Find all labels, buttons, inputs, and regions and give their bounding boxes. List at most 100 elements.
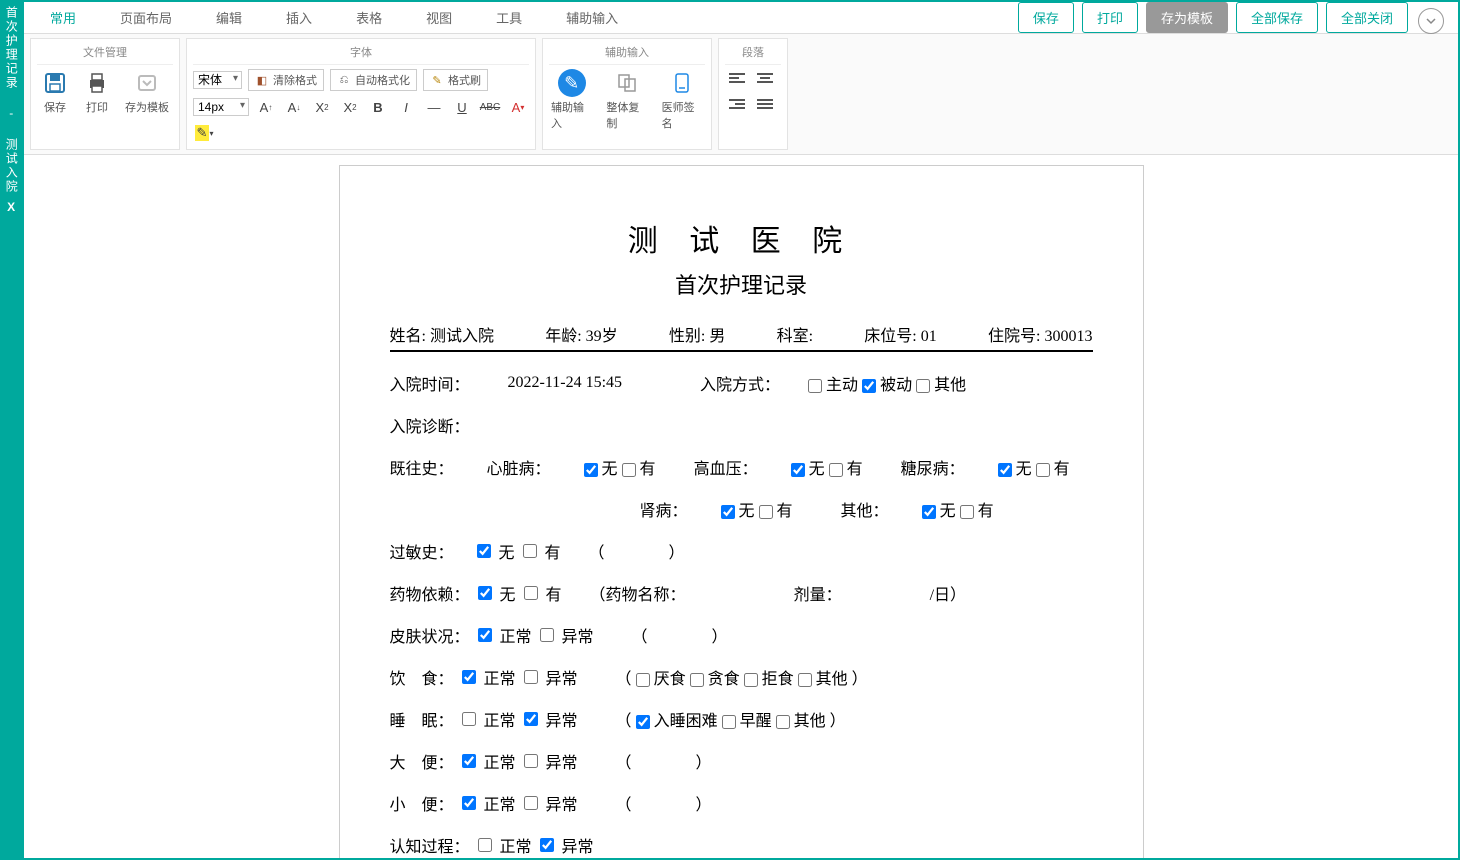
align-center-button[interactable]: [756, 69, 778, 89]
font-family-select[interactable]: 宋体: [193, 71, 242, 89]
allergy-has-checkbox[interactable]: [523, 544, 537, 558]
tab-insert[interactable]: 插入: [264, 2, 334, 33]
sleep-normal-checkbox[interactable]: [462, 712, 476, 726]
mode-other-checkbox[interactable]: [916, 379, 930, 393]
template-icon: [133, 69, 161, 97]
diet-glut-checkbox[interactable]: [690, 673, 704, 687]
ribbon-template-button[interactable]: 存为模板: [123, 69, 171, 115]
print-icon: [83, 69, 111, 97]
cogn-abnormal-checkbox[interactable]: [540, 838, 554, 852]
auto-format-button[interactable]: ⎌自动格式化: [330, 69, 417, 91]
save-button[interactable]: 保存: [1018, 2, 1074, 33]
menu-tabs: 常用 页面布局 编辑 插入 表格 视图 工具 辅助输入: [24, 2, 640, 33]
heart-none-checkbox[interactable]: [584, 463, 598, 477]
admission-no: 300013: [1044, 328, 1092, 345]
drug-none-checkbox[interactable]: [478, 586, 492, 600]
group-font: 字体 宋体 ◧清除格式 ⎌自动格式化 ✎格式刷 14px A↑ A↓ X2 X2: [186, 38, 536, 150]
italic-button[interactable]: I: [395, 97, 417, 117]
group-file: 文件管理 保存 打印: [30, 38, 180, 150]
font-shrink-button[interactable]: A↓: [283, 97, 305, 117]
group-aux: 辅助输入 ✎ 辅助输入 整体复制: [542, 38, 712, 150]
tab-view[interactable]: 视图: [404, 2, 474, 33]
tab-edit[interactable]: 编辑: [194, 2, 264, 33]
save-template-button[interactable]: 存为模板: [1146, 2, 1228, 33]
ribbon-save-button[interactable]: 保存: [39, 69, 71, 115]
kidney-none-checkbox[interactable]: [721, 505, 735, 519]
diet-refuse-checkbox[interactable]: [744, 673, 758, 687]
sleep-hard-checkbox[interactable]: [636, 715, 650, 729]
sign-icon: [668, 69, 696, 97]
group-aux-title: 辅助输入: [549, 41, 705, 65]
brush-icon: ✎: [430, 73, 444, 87]
sleep-early-checkbox[interactable]: [722, 715, 736, 729]
doc-tab[interactable]: 首次护理记录 - 测试入院 X: [0, 0, 22, 860]
align-justify-button[interactable]: [756, 95, 778, 115]
doc-tab-close[interactable]: X: [2, 198, 20, 218]
hyper-has-checkbox[interactable]: [829, 463, 843, 477]
diet-anorexia-checkbox[interactable]: [636, 673, 650, 687]
tab-common[interactable]: 常用: [28, 2, 98, 33]
eraser-icon: ◧: [255, 73, 269, 87]
doctor-sign-button[interactable]: 医师签名: [660, 69, 705, 131]
font-size-select[interactable]: 14px: [193, 98, 249, 116]
tab-aux[interactable]: 辅助输入: [544, 2, 640, 33]
superscript-button[interactable]: X2: [311, 97, 333, 117]
document-scroll[interactable]: 测 试 医 院 首次护理记录 姓名: 测试入院 年龄: 39岁 性别: 男 科室…: [24, 155, 1458, 858]
sleep-abnormal-checkbox[interactable]: [524, 712, 538, 726]
heart-has-checkbox[interactable]: [622, 463, 636, 477]
underline-button[interactable]: U: [451, 97, 473, 117]
collapse-ribbon-icon[interactable]: [1418, 8, 1444, 34]
align-right-button[interactable]: [728, 95, 750, 115]
urine-normal-checkbox[interactable]: [462, 796, 476, 810]
strike-button[interactable]: ABC: [479, 97, 501, 117]
patient-header-row: 姓名: 测试入院 年龄: 39岁 性别: 男 科室: 床位号: 01 住院号: …: [390, 318, 1093, 350]
mode-passive-checkbox[interactable]: [862, 379, 876, 393]
other-none-checkbox[interactable]: [922, 505, 936, 519]
patient-name: 测试入院: [430, 328, 494, 345]
font-grow-button[interactable]: A↑: [255, 97, 277, 117]
tab-table[interactable]: 表格: [334, 2, 404, 33]
diet-abnormal-checkbox[interactable]: [524, 670, 538, 684]
group-para-title: 段落: [725, 41, 781, 65]
skin-abnormal-checkbox[interactable]: [540, 628, 554, 642]
urine-abnormal-checkbox[interactable]: [524, 796, 538, 810]
tab-tools[interactable]: 工具: [474, 2, 544, 33]
allergy-none-checkbox[interactable]: [477, 544, 491, 558]
subscript-button[interactable]: X2: [339, 97, 361, 117]
ribbon-print-button[interactable]: 打印: [81, 69, 113, 115]
aux-input-button[interactable]: ✎ 辅助输入: [549, 69, 594, 131]
copy-all-button[interactable]: 整体复制: [604, 69, 649, 131]
auto-format-icon: ⎌: [337, 73, 351, 87]
save-all-button[interactable]: 全部保存: [1236, 2, 1318, 33]
align-left-button[interactable]: [728, 69, 750, 89]
other-has-checkbox[interactable]: [960, 505, 974, 519]
diet-other-checkbox[interactable]: [798, 673, 812, 687]
admit-time: 2022-11-24 15:45: [508, 374, 623, 392]
menu-bar: 常用 页面布局 编辑 插入 表格 视图 工具 辅助输入 保存 打印 存为模板 全…: [24, 2, 1458, 34]
mode-active-checkbox[interactable]: [808, 379, 822, 393]
hyper-none-checkbox[interactable]: [791, 463, 805, 477]
stool-normal-checkbox[interactable]: [462, 754, 476, 768]
bold-button[interactable]: B: [367, 97, 389, 117]
hr-button[interactable]: —: [423, 97, 445, 117]
patient-age: 39岁: [586, 328, 618, 345]
cogn-normal-checkbox[interactable]: [478, 838, 492, 852]
clear-format-button[interactable]: ◧清除格式: [248, 69, 324, 91]
diab-has-checkbox[interactable]: [1036, 463, 1050, 477]
highlight-button[interactable]: ✎▾: [193, 123, 215, 143]
close-all-button[interactable]: 全部关闭: [1326, 2, 1408, 33]
stool-abnormal-checkbox[interactable]: [524, 754, 538, 768]
hospital-title: 测 试 医 院: [390, 216, 1093, 260]
font-color-button[interactable]: A▾: [507, 97, 529, 117]
tab-layout[interactable]: 页面布局: [98, 2, 194, 33]
patient-sex: 男: [709, 328, 725, 345]
kidney-has-checkbox[interactable]: [759, 505, 773, 519]
document-page: 测 试 医 院 首次护理记录 姓名: 测试入院 年龄: 39岁 性别: 男 科室…: [339, 165, 1144, 858]
print-button[interactable]: 打印: [1082, 2, 1138, 33]
format-brush-button[interactable]: ✎格式刷: [423, 69, 488, 91]
drug-has-checkbox[interactable]: [524, 586, 538, 600]
skin-normal-checkbox[interactable]: [478, 628, 492, 642]
diab-none-checkbox[interactable]: [998, 463, 1012, 477]
diet-normal-checkbox[interactable]: [462, 670, 476, 684]
sleep-other-checkbox[interactable]: [776, 715, 790, 729]
